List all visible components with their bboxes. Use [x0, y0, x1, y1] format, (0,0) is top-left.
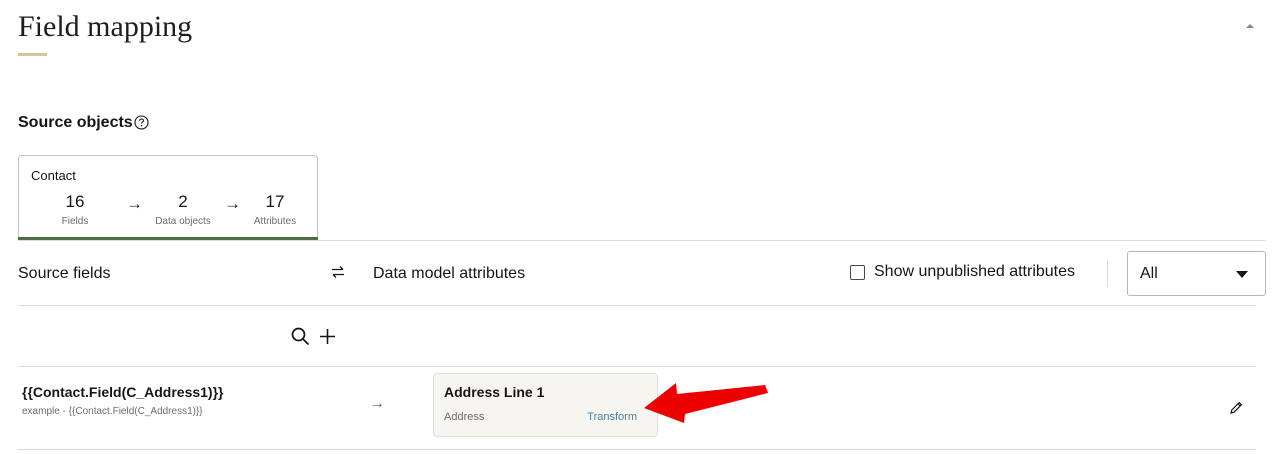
- plus-icon: [320, 329, 335, 344]
- fields-count: 16: [65, 192, 85, 211]
- annotation-arrow: [644, 378, 768, 424]
- collapse-section-button[interactable]: [1244, 18, 1256, 28]
- source-object-name: Contact: [31, 168, 76, 183]
- search-icon: [291, 327, 310, 346]
- divider: [18, 449, 1256, 450]
- data-model-attributes-header: Data model attributes: [373, 265, 526, 282]
- attribute-filter-select[interactable]: All: [1127, 251, 1266, 296]
- help-button[interactable]: [134, 115, 149, 130]
- mapping-arrow: →: [369, 395, 385, 412]
- show-unpublished-checkbox[interactable]: [850, 265, 865, 280]
- title-underline: [18, 53, 47, 56]
- source-object-card-contact[interactable]: Contact 16 Fields → 2 Data objects → 17 …: [18, 155, 318, 240]
- source-field-example: example - {{Contact.Field(C_Address1)}}: [22, 406, 203, 417]
- attributes-stat: 17 Attributes: [235, 192, 315, 227]
- show-unpublished-label[interactable]: Show unpublished attributes: [874, 263, 1075, 281]
- source-objects-label: Source objects: [18, 114, 133, 131]
- swap-button[interactable]: [330, 264, 346, 280]
- transform-link[interactable]: Transform: [587, 411, 637, 423]
- page-title: Field mapping: [18, 10, 193, 43]
- data-objects-stat: 2 Data objects: [143, 192, 223, 227]
- divider: [18, 240, 1266, 241]
- chevron-up-icon: [1246, 24, 1254, 28]
- data-objects-count: 2: [178, 192, 188, 211]
- add-mapping-button[interactable]: [318, 327, 337, 346]
- data-objects-label: Data objects: [155, 216, 211, 227]
- attributes-label: Attributes: [253, 216, 297, 227]
- attribute-filter-value: All: [1140, 265, 1158, 282]
- attribute-type: Address: [444, 411, 485, 423]
- caret-down-icon: [1236, 271, 1248, 278]
- attributes-count: 17: [265, 192, 285, 211]
- red-arrow-icon: [644, 383, 768, 423]
- attribute-name: Address Line 1: [444, 384, 545, 400]
- fields-stat: 16 Fields: [35, 192, 115, 227]
- divider: [18, 366, 1256, 367]
- fields-label: Fields: [61, 216, 89, 227]
- source-fields-header: Source fields: [18, 265, 111, 282]
- attribute-card-address-line-1[interactable]: Address Line 1 Address Transform: [433, 373, 658, 437]
- pencil-icon: [1230, 401, 1243, 414]
- search-button[interactable]: [291, 327, 310, 346]
- header-divider: [1107, 261, 1108, 287]
- edit-mapping-button[interactable]: [1228, 400, 1244, 416]
- source-field-name: {{Contact.Field(C_Address1)}}: [22, 384, 224, 400]
- divider: [18, 305, 1256, 306]
- swap-arrows-icon: [332, 266, 344, 278]
- question-circle-icon: [134, 115, 149, 130]
- stat-arrow-1: →: [126, 194, 143, 213]
